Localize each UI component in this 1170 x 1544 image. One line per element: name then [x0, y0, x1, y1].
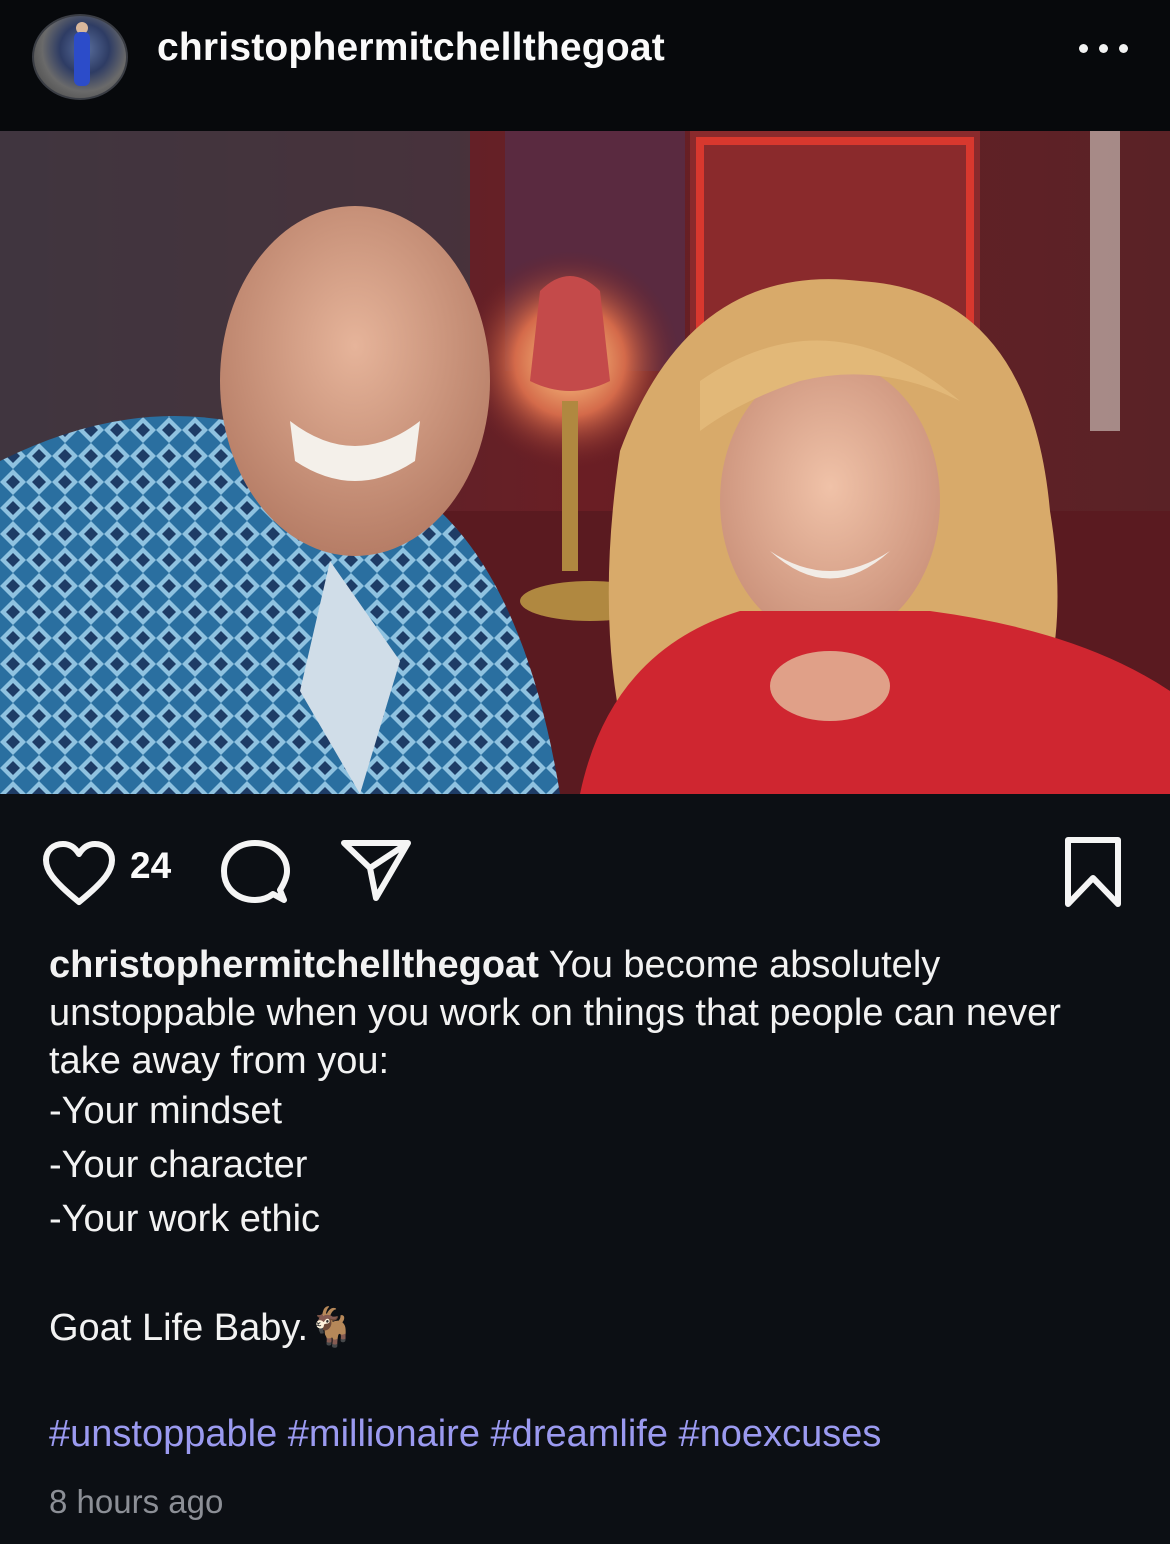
hashtag-link[interactable]: #noexcuses — [679, 1413, 882, 1455]
hashtag-link[interactable]: #dreamlife — [491, 1413, 668, 1455]
caption-closing-text: Goat Life Baby. — [49, 1307, 309, 1349]
more-options-icon[interactable] — [1070, 30, 1136, 70]
hashtag-list: #unstoppable #millionaire #dreamlife #no… — [49, 1413, 881, 1456]
caption-list-item: -Your character — [49, 1144, 308, 1186]
post-timestamp: 8 hours ago — [49, 1483, 224, 1520]
avatar-figure-body — [74, 32, 90, 86]
like-count[interactable]: 24 — [130, 845, 171, 887]
caption-closing: Goat Life Baby.🐐 — [49, 1306, 355, 1350]
caption-list-item: -Your mindset — [49, 1090, 283, 1132]
caption-username[interactable]: christophermitchellthegoat — [49, 944, 539, 986]
share-icon[interactable] — [340, 838, 412, 902]
goat-emoji-icon: 🐐 — [308, 1307, 356, 1349]
bookmark-icon[interactable] — [1064, 836, 1122, 908]
post-photo[interactable] — [0, 131, 1170, 794]
caption-list-item: -Your work ethic — [49, 1198, 321, 1240]
comment-icon[interactable] — [220, 838, 290, 908]
action-bar — [0, 794, 1170, 924]
post-header: christophermitchellthegoat — [0, 0, 1170, 131]
post-caption: christophermitchellthegoat You become ab… — [49, 941, 1129, 1085]
hashtag-link[interactable]: #millionaire — [288, 1413, 480, 1455]
heart-icon[interactable] — [42, 840, 116, 906]
hashtag-link[interactable]: #unstoppable — [49, 1413, 277, 1455]
post-username[interactable]: christophermitchellthegoat — [157, 26, 665, 70]
profile-avatar[interactable] — [32, 14, 128, 100]
